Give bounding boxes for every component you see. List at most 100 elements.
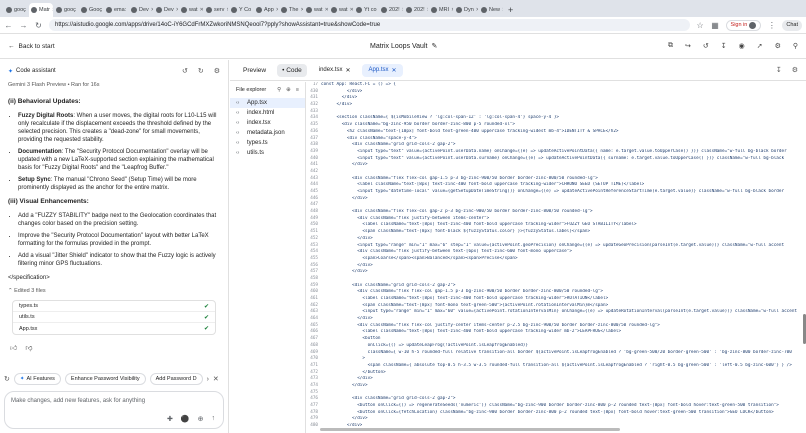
close-tab-icon[interactable]: ✕ [350,7,353,13]
browser-tab[interactable]: Matr✕ [29,3,53,17]
collapse-icon[interactable]: ≡ [296,87,299,93]
tab-index-tsx[interactable]: index.tsx ✕ [313,64,357,77]
refresh-icon[interactable]: ↻ [198,67,204,75]
browser-tab[interactable]: 202!✕ [379,3,403,17]
browser-tab[interactable]: App ✕ [254,3,278,17]
copy-icon[interactable]: ⧉ [668,42,673,50]
thumbs-down-icon[interactable]: 👎︎ [25,343,32,352]
close-icon[interactable]: ✕ [345,67,350,74]
browser-tab[interactable]: Yt co✕ [354,3,378,17]
code-editor[interactable]: 17 const App: React.FC = () => {430 </div… [307,82,798,426]
pencil-icon[interactable]: ✎ [431,42,437,50]
browser-tab[interactable]: wat ✕ [329,3,353,17]
chat-button[interactable]: Chat [782,19,802,31]
edited-file-row[interactable]: types.ts ✔ [13,301,215,312]
thumbs-up-icon[interactable]: 👍︎ [10,343,17,352]
chip-add-password[interactable]: Add Password D [149,373,203,385]
code-line: 455 <span>Coarse</span><span>Balanced</s… [307,256,798,263]
settings-gear-icon[interactable]: ⚙ [775,42,781,50]
close-icon[interactable]: ✕ [392,67,397,74]
github-icon[interactable]: ◉ [739,42,745,50]
tab-app-tsx[interactable]: App.tsx ✕ [362,63,403,77]
explorer-file-item[interactable]: ‹› types.ts [230,138,305,148]
edited-files-toggle[interactable]: ⌃ Edited 3 files [0,286,228,296]
attach-icon[interactable]: ✚ [167,415,173,423]
extensions-icon[interactable]: ▦ [711,21,720,30]
explorer-file-item[interactable]: ‹› index.html [230,108,305,118]
close-tab-icon[interactable]: ✕ [52,7,53,13]
close-tab-icon[interactable]: ✕ [402,7,403,13]
prompt-input[interactable]: Make changes, add new features, ask for … [4,391,224,429]
close-tab-icon[interactable]: ✕ [151,7,153,13]
code-text: <input type="range" min="1" max="60" val… [321,309,797,315]
browser-tab[interactable]: 202!✕ [404,3,428,17]
history-icon[interactable]: ↺ [703,42,709,50]
close-tab-icon[interactable]: ✕ [176,7,178,13]
explorer-file-item[interactable]: ‹› metadata.json [230,128,305,138]
close-tab-icon[interactable]: ✕ [451,7,453,13]
code-line: 479 </div> [307,416,798,423]
close-tab-icon[interactable]: ✕ [427,7,428,13]
explorer-file-item[interactable]: ‹› App.tsx [230,98,305,108]
close-tab-icon[interactable]: ✕ [200,7,203,13]
browser-tab[interactable]: ema:✕ [104,3,128,17]
search-icon[interactable]: ⚲ [277,87,281,93]
chip-ai-features[interactable]: ✦ AI Features [13,373,61,385]
deploy-rocket-icon[interactable]: ➚ [757,42,763,50]
key-icon[interactable]: ⚲ [793,42,798,50]
send-arrow-icon[interactable]: ↑ [212,415,216,423]
add-file-icon[interactable]: ⊕ [286,87,291,93]
history-icon[interactable]: ↺ [182,67,188,75]
browser-tab[interactable]: New✕ [479,3,503,17]
close-tab-icon[interactable]: ✕ [502,7,503,13]
browser-tab[interactable]: serv✕ [204,3,228,17]
browser-tab[interactable]: Y Co ✕ [229,3,253,17]
browser-tab[interactable]: Dyn ✕ [454,3,478,17]
code-line: 450 <label className="text-[8px] text-zi… [307,222,798,229]
close-tab-icon[interactable]: ✕ [226,7,228,13]
back-to-start-button[interactable]: ← Back to start [8,43,55,50]
browser-tab[interactable]: gooç✕ [4,3,28,17]
refresh-suggestions-icon[interactable]: ↻ [4,375,10,383]
edited-file-row[interactable]: utils.ts ✔ [13,312,215,323]
bookmark-star-icon[interactable]: ☆ [696,21,705,30]
browser-tab[interactable]: The ✕ [279,3,303,17]
share-icon[interactable]: ↪ [685,42,691,50]
chip-enhance-password[interactable]: Enhance Password Visibility [64,373,146,385]
browser-tab[interactable]: Gooç✕ [79,3,103,17]
chevron-right-icon[interactable]: › [207,376,209,383]
add-icon[interactable]: ⊕ [198,415,204,423]
code-line: 460 <div className="flex flex-col gap-1.… [307,289,798,296]
edited-file-row[interactable]: App.tsx ✔ [13,323,215,334]
reload-icon[interactable]: ↻ [34,21,43,30]
browser-tab[interactable]: wat ✕ [304,3,328,17]
code-toggle[interactable]: • Code [277,63,307,77]
address-bar[interactable]: https://aistudio.google.com/apps/drive/1… [49,19,690,31]
new-tab-icon[interactable]: + [508,5,513,17]
browser-tab[interactable]: Dev ✕ [129,3,153,17]
forward-arrow-icon[interactable]: → [19,21,28,30]
download-icon[interactable]: ↧ [721,42,727,50]
more-vertical-icon[interactable]: ⋮ [767,21,776,30]
close-tab-icon[interactable]: ✕ [276,7,278,13]
close-tab-icon[interactable]: ✕ [325,7,328,13]
back-arrow-icon[interactable]: ← [4,21,13,30]
close-tab-icon[interactable]: ✕ [476,7,478,13]
browser-tab[interactable]: gooç✕ [54,3,78,17]
preview-toggle[interactable]: Preview [238,64,271,77]
download-icon[interactable]: ↧ [776,66,782,74]
horizontal-scrollbar[interactable] [320,428,620,431]
code-line: 470 > [307,356,798,363]
settings-icon[interactable]: ⚙ [214,67,220,75]
explorer-file-item[interactable]: ‹› utils.ts [230,148,305,158]
browser-tab[interactable]: wat ✕ [179,3,203,17]
browser-tab[interactable]: Dev ✕ [154,3,178,17]
sign-in-button[interactable]: Sign in [725,19,762,31]
browser-tab[interactable]: MRI✕ [429,3,453,17]
code-line: 474 </div> [307,383,798,390]
settings-gear-icon[interactable]: ⚙ [792,66,798,74]
close-icon[interactable]: ✕ [213,375,219,383]
close-tab-icon[interactable]: ✕ [300,7,303,13]
explorer-file-item[interactable]: ‹› index.tsx [230,118,305,128]
microphone-icon[interactable]: ⚫ [181,415,190,423]
